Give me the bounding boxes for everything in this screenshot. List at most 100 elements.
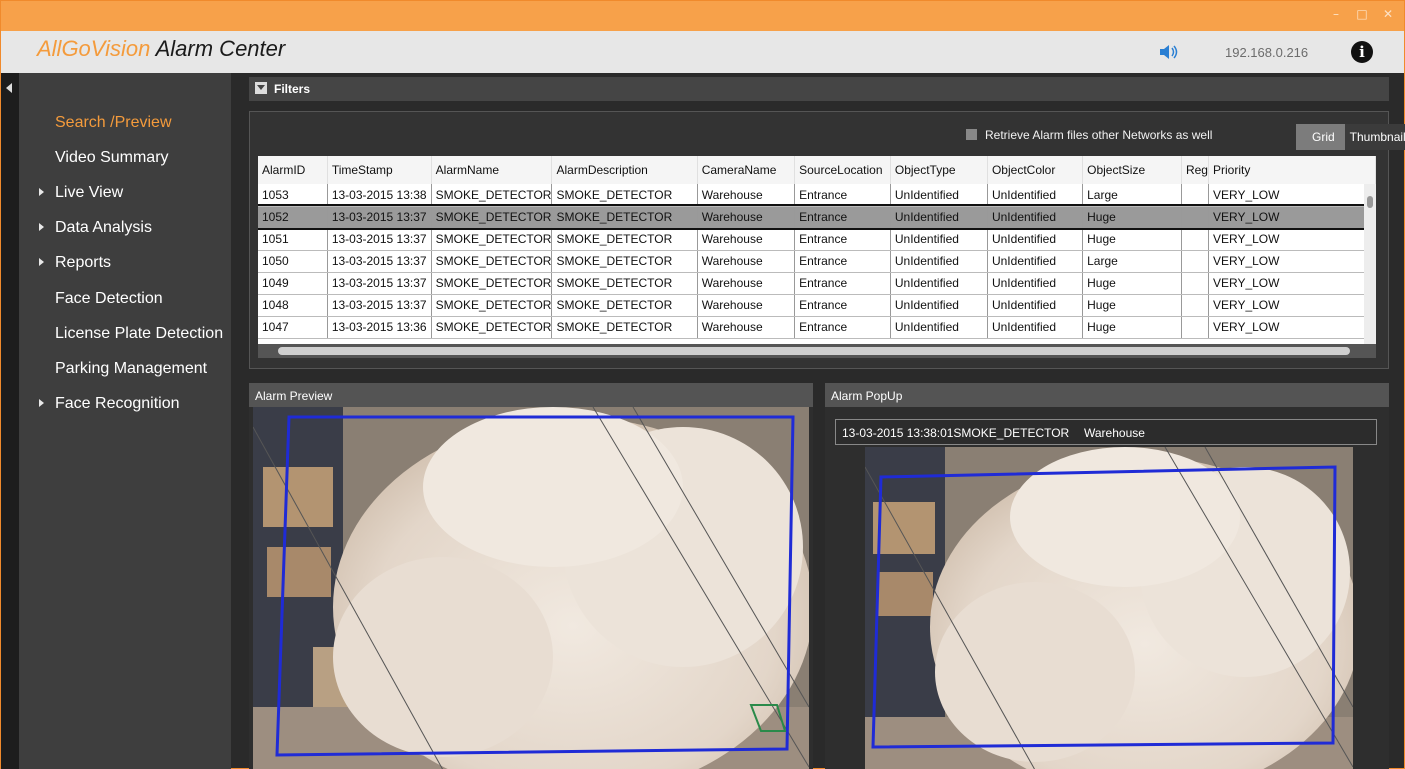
thumbnail-view-button[interactable]: Thumbnail [1344, 124, 1405, 150]
sidebar-item-face-detection[interactable]: Face Detection [19, 287, 231, 313]
table-row[interactable]: 1047 13-03-2015 13:36 SMOKE_DETECTOR SMOKE_… [258, 316, 1376, 339]
table-cell: 13-03-2015 13:37 [327, 294, 432, 317]
table-cell: VERY_LOW [1208, 228, 1376, 251]
table-cell: UnIdentified [987, 206, 1084, 229]
grid-view-button[interactable]: Grid [1296, 124, 1345, 150]
table-row-selected[interactable]: 1052 13-03-2015 13:37 SMOKE_DETECTOR SMOKE_… [258, 204, 1376, 230]
retrieve-label: Retrieve Alarm files other Networks as w… [985, 128, 1213, 142]
table-cell: SMOKE_DETECTOR [551, 294, 698, 317]
sidebar-collapse-toggle[interactable] [1, 73, 19, 769]
column-header[interactable]: CameraName [697, 156, 796, 184]
retrieve-checkbox[interactable] [966, 129, 977, 140]
close-button[interactable]: ✕ [1380, 7, 1396, 21]
alarm-popup-info-bar[interactable]: 13-03-2015 13:38:01SMOKE_DETECTOR Wareho… [835, 419, 1377, 445]
table-cell: UnIdentified [987, 294, 1084, 317]
table-row[interactable]: 1049 13-03-2015 13:37 SMOKE_DETECTOR SMOKE_… [258, 272, 1376, 295]
table-cell: Entrance [794, 206, 891, 229]
expand-caret-icon [39, 223, 44, 231]
filters-label: Filters [274, 82, 311, 96]
alarm-popup-title: Alarm PopUp [831, 389, 903, 403]
table-cell: SMOKE_DETECTOR [551, 250, 698, 273]
retrieve-other-networks-option[interactable]: Retrieve Alarm files other Networks as w… [966, 128, 1212, 142]
table-cell [1181, 294, 1209, 317]
window-top-stripe: – □ ✕ [1, 1, 1404, 31]
table-row[interactable]: 1048 13-03-2015 13:37 SMOKE_DETECTOR SMOKE_… [258, 294, 1376, 317]
column-header[interactable]: ObjectColor [987, 156, 1084, 184]
column-header[interactable]: ObjectType [890, 156, 988, 184]
info-icon[interactable]: i [1351, 41, 1373, 63]
app-title: AllGoVision Alarm Center [37, 36, 285, 62]
table-cell: 13-03-2015 13:37 [327, 250, 432, 273]
table-cell: Large [1082, 184, 1182, 207]
view-mode-toggle: Grid Thumbnail [1296, 124, 1405, 150]
column-header[interactable]: Reg [1181, 156, 1209, 184]
column-header[interactable]: Priority [1208, 156, 1376, 184]
sidebar-item-reports[interactable]: Reports [19, 251, 231, 277]
minimize-button[interactable]: – [1328, 7, 1344, 21]
title-bar: AllGoVision Alarm Center 192.168.0.216 i [1, 31, 1404, 73]
alarm-grid-panel: Retrieve Alarm files other Networks as w… [249, 111, 1405, 369]
sidebar-item-label: Face Detection [55, 290, 163, 307]
window-controls: – □ ✕ [1328, 7, 1396, 21]
table-cell [1181, 228, 1209, 251]
scroll-thumb[interactable] [278, 347, 1350, 355]
table-row[interactable]: 1053 13-03-2015 13:38 SMOKE_DETECTOR SMOKE_… [258, 184, 1376, 207]
table-cell: Entrance [794, 184, 891, 207]
sidebar-item-parking-management[interactable]: Parking Management [19, 357, 231, 383]
alarm-table: AlarmID TimeStamp AlarmName AlarmDescrip… [258, 156, 1376, 344]
table-cell: Entrance [794, 316, 891, 339]
table-cell: SMOKE_DETECTOR [431, 206, 553, 229]
column-header[interactable]: ObjectSize [1082, 156, 1182, 184]
table-cell: Warehouse [697, 316, 796, 339]
table-cell: 13-03-2015 13:36 [327, 316, 432, 339]
table-horizontal-scrollbar[interactable] [258, 344, 1376, 358]
table-cell: SMOKE_DETECTOR [431, 228, 553, 251]
alarm-popup-video[interactable] [865, 447, 1353, 769]
table-cell: UnIdentified [890, 206, 988, 229]
table-cell: Entrance [794, 272, 891, 295]
table-cell: SMOKE_DETECTOR [551, 272, 698, 295]
sidebar-item-video-summary[interactable]: Video Summary [19, 146, 231, 172]
table-cell: UnIdentified [890, 228, 988, 251]
filters-toggle[interactable]: Filters [249, 77, 1389, 101]
alarm-popup-timestamp: 13-03-2015 13:38:01SMOKE_DETECTOR [842, 426, 1070, 440]
sidebar-item-label: Video Summary [55, 149, 169, 166]
table-cell: Entrance [794, 228, 891, 251]
table-cell: 1049 [258, 272, 328, 295]
table-cell: Huge [1082, 294, 1182, 317]
column-header[interactable]: AlarmID [258, 156, 328, 184]
sidebar-item-live-view[interactable]: Live View [19, 181, 231, 207]
column-header[interactable]: AlarmDescription [551, 156, 698, 184]
sidebar-item-search-preview[interactable]: Search /Preview [19, 111, 231, 137]
table-cell: Warehouse [697, 184, 796, 207]
sidebar-item-license-plate-detection[interactable]: License Plate Detection [19, 322, 231, 348]
table-cell: VERY_LOW [1208, 272, 1376, 295]
table-cell: SMOKE_DETECTOR [431, 250, 553, 273]
filter-dropdown-icon [255, 82, 267, 94]
expand-caret-icon [39, 399, 44, 407]
table-row[interactable]: 1051 13-03-2015 13:37 SMOKE_DETECTOR SMOKE_… [258, 228, 1376, 251]
column-header[interactable]: AlarmName [431, 156, 553, 184]
speaker-icon[interactable] [1158, 43, 1180, 61]
table-cell: Warehouse [697, 272, 796, 295]
column-header[interactable]: SourceLocation [794, 156, 891, 184]
table-cell: VERY_LOW [1208, 294, 1376, 317]
column-header[interactable]: TimeStamp [327, 156, 432, 184]
maximize-button[interactable]: □ [1354, 7, 1370, 21]
table-vertical-scrollbar[interactable] [1364, 184, 1376, 344]
sidebar-item-label: Live View [55, 184, 124, 201]
table-row[interactable]: 1050 13-03-2015 13:37 SMOKE_DETECTOR SMOKE_… [258, 250, 1376, 273]
sidebar-item-face-recognition[interactable]: Face Recognition [19, 392, 231, 418]
table-cell: VERY_LOW [1208, 316, 1376, 339]
alarm-preview-title: Alarm Preview [255, 389, 333, 403]
alarm-preview-video[interactable] [253, 407, 809, 769]
table-cell: 1051 [258, 228, 328, 251]
table-cell: Large [1082, 250, 1182, 273]
table-cell: UnIdentified [987, 272, 1084, 295]
sidebar-item-label: Data Analysis [55, 219, 152, 236]
sidebar-item-label: Face Recognition [55, 395, 180, 412]
table-cell: Warehouse [697, 250, 796, 273]
scroll-thumb[interactable] [1367, 196, 1373, 208]
table-cell: 1048 [258, 294, 328, 317]
sidebar-item-data-analysis[interactable]: Data Analysis [19, 216, 231, 242]
